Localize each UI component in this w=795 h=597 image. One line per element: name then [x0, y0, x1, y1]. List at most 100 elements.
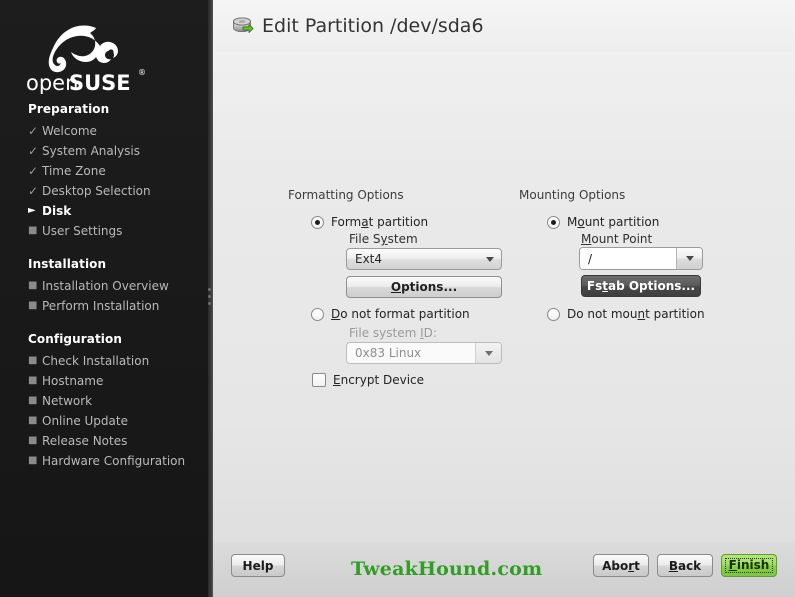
sidebar-item-label: Time Zone — [42, 164, 106, 178]
back-label: Back — [668, 558, 702, 573]
mounting-options-label: Mounting Options — [519, 188, 626, 202]
sidebar-item-hostname[interactable]: ■ Hostname — [0, 371, 213, 391]
sidebar-item-label: Release Notes — [42, 434, 128, 448]
check-icon: ✓ — [28, 164, 39, 178]
page-title-bar: Edit Partition /dev/sda6 — [213, 0, 795, 52]
bullet-icon: ■ — [28, 280, 38, 291]
encrypt-device-label: Encrypt Device — [333, 373, 425, 387]
sidebar-item-time-zone[interactable]: ✓ Time Zone — [0, 161, 213, 181]
format-options-button[interactable]: Options... — [346, 276, 502, 298]
help-button[interactable]: Help — [231, 554, 285, 577]
file-system-combobox[interactable]: Ext4 — [346, 248, 502, 270]
bullet-icon: ■ — [28, 375, 38, 386]
sidebar-item-label: Hardware Configuration — [42, 454, 186, 468]
check-icon: ✓ — [28, 184, 39, 198]
nav-section-configuration-heading: Configuration — [28, 332, 123, 346]
hard-disk-icon — [232, 15, 254, 37]
sidebar-item-label: Installation Overview — [42, 279, 169, 293]
sidebar-item-user-settings[interactable]: ■ User Settings — [0, 221, 213, 241]
arrow-right-icon: ► — [28, 205, 36, 216]
sidebar-item-check-installation[interactable]: ■ Check Installation — [0, 351, 213, 371]
sidebar-item-label: Desktop Selection — [42, 184, 151, 198]
format-partition-label: Format partition — [331, 215, 429, 229]
file-system-id-combobox: 0x83 Linux — [346, 342, 502, 364]
checkbox-indicator — [312, 373, 326, 387]
opensuse-logo: open SUSE ® — [26, 22, 146, 94]
back-button[interactable]: Back — [657, 554, 713, 577]
radio-indicator — [547, 307, 560, 321]
abort-button[interactable]: Abort — [593, 554, 649, 577]
mount-partition-radio[interactable]: Mount partition — [547, 215, 659, 229]
installer-window: open SUSE ® Preparation ✓ Welcome ✓ Syst… — [0, 0, 795, 597]
do-not-format-partition-radio[interactable]: Do not format partition — [311, 307, 470, 321]
check-icon: ✓ — [28, 124, 39, 138]
sidebar-item-label: Online Update — [42, 414, 128, 428]
bullet-icon: ■ — [28, 415, 38, 426]
sidebar-item-disk[interactable]: ► Disk — [0, 201, 213, 221]
finish-button[interactable]: Finish — [721, 554, 777, 577]
chevron-down-icon[interactable] — [676, 248, 702, 269]
sidebar-item-label: System Analysis — [42, 144, 141, 158]
mount-point-label: Mount Point — [581, 232, 653, 246]
fstab-options-button[interactable]: Fstab Options... — [581, 275, 701, 297]
finish-label: Finish — [724, 558, 774, 573]
file-system-id-value: 0x83 Linux — [355, 346, 422, 360]
radio-indicator — [547, 215, 560, 229]
bullet-icon: ■ — [28, 395, 38, 406]
nav-section-preparation-heading: Preparation — [28, 102, 110, 116]
chevron-down-icon — [475, 343, 501, 363]
fstab-options-label: Fstab Options... — [586, 279, 696, 293]
nav-section-installation-heading: Installation — [28, 257, 107, 271]
sidebar-item-label: Hostname — [42, 374, 104, 388]
chevron-down-icon — [479, 256, 501, 262]
encrypt-device-checkbox[interactable]: Encrypt Device — [312, 373, 424, 387]
sidebar-item-perform-installation[interactable]: ■ Perform Installation — [0, 296, 213, 316]
sidebar-item-label: Welcome — [42, 124, 97, 138]
footer-bar: Help TweakHound.com Abort Back Finish — [213, 542, 795, 597]
file-system-id-label: File system ID: — [349, 326, 437, 340]
sidebar-splitter-handle[interactable] — [208, 288, 212, 310]
svg-text:®: ® — [138, 68, 146, 77]
file-system-label: File System — [349, 232, 418, 246]
mount-point-input[interactable]: / — [580, 248, 676, 269]
sidebar-item-label: Disk — [42, 204, 72, 218]
mount-point-combobox[interactable]: / — [579, 247, 703, 270]
bullet-icon: ■ — [28, 435, 38, 446]
do-not-mount-partition-radio[interactable]: Do not mount partition — [547, 307, 705, 321]
sidebar: open SUSE ® Preparation ✓ Welcome ✓ Syst… — [0, 0, 213, 597]
installer-step-nav: Preparation ✓ Welcome ✓ System Analysis … — [0, 94, 213, 471]
sidebar-item-release-notes[interactable]: ■ Release Notes — [0, 431, 213, 451]
sidebar-item-hardware-configuration[interactable]: ■ Hardware Configuration — [0, 451, 213, 471]
formatting-options-label: Formatting Options — [288, 188, 404, 202]
sidebar-item-label: Perform Installation — [42, 299, 160, 313]
mount-partition-label: Mount partition — [567, 215, 660, 229]
sidebar-item-installation-overview[interactable]: ■ Installation Overview — [0, 276, 213, 296]
bullet-icon: ■ — [28, 300, 38, 311]
page-title: Edit Partition /dev/sda6 — [262, 15, 484, 37]
sidebar-item-online-update[interactable]: ■ Online Update — [0, 411, 213, 431]
file-system-value: Ext4 — [355, 252, 383, 266]
sidebar-item-label: Network — [42, 394, 93, 408]
sidebar-item-welcome[interactable]: ✓ Welcome — [0, 121, 213, 141]
bullet-icon: ■ — [28, 455, 38, 466]
sidebar-item-system-analysis[interactable]: ✓ System Analysis — [0, 141, 213, 161]
check-icon: ✓ — [28, 144, 39, 158]
watermark-text: TweakHound.com — [351, 558, 543, 580]
bullet-icon: ■ — [28, 225, 38, 236]
sidebar-item-label: Check Installation — [42, 354, 150, 368]
help-label: Help — [242, 558, 274, 573]
sidebar-item-network[interactable]: ■ Network — [0, 391, 213, 411]
sidebar-item-desktop-selection[interactable]: ✓ Desktop Selection — [0, 181, 213, 201]
abort-label: Abort — [602, 558, 640, 573]
do-not-mount-partition-label: Do not mount partition — [567, 307, 705, 321]
radio-indicator — [311, 215, 324, 229]
format-partition-radio[interactable]: Format partition — [311, 215, 428, 229]
sidebar-item-label: User Settings — [42, 224, 123, 238]
do-not-format-partition-label: Do not format partition — [331, 307, 470, 321]
partition-form: Formatting Options Format partition File… — [213, 52, 795, 542]
format-options-label: Options... — [390, 280, 458, 294]
main-panel: Edit Partition /dev/sda6 Formatting Opti… — [213, 0, 795, 597]
svg-text:SUSE: SUSE — [69, 71, 131, 94]
radio-indicator — [311, 307, 324, 321]
bullet-icon: ■ — [28, 355, 38, 366]
